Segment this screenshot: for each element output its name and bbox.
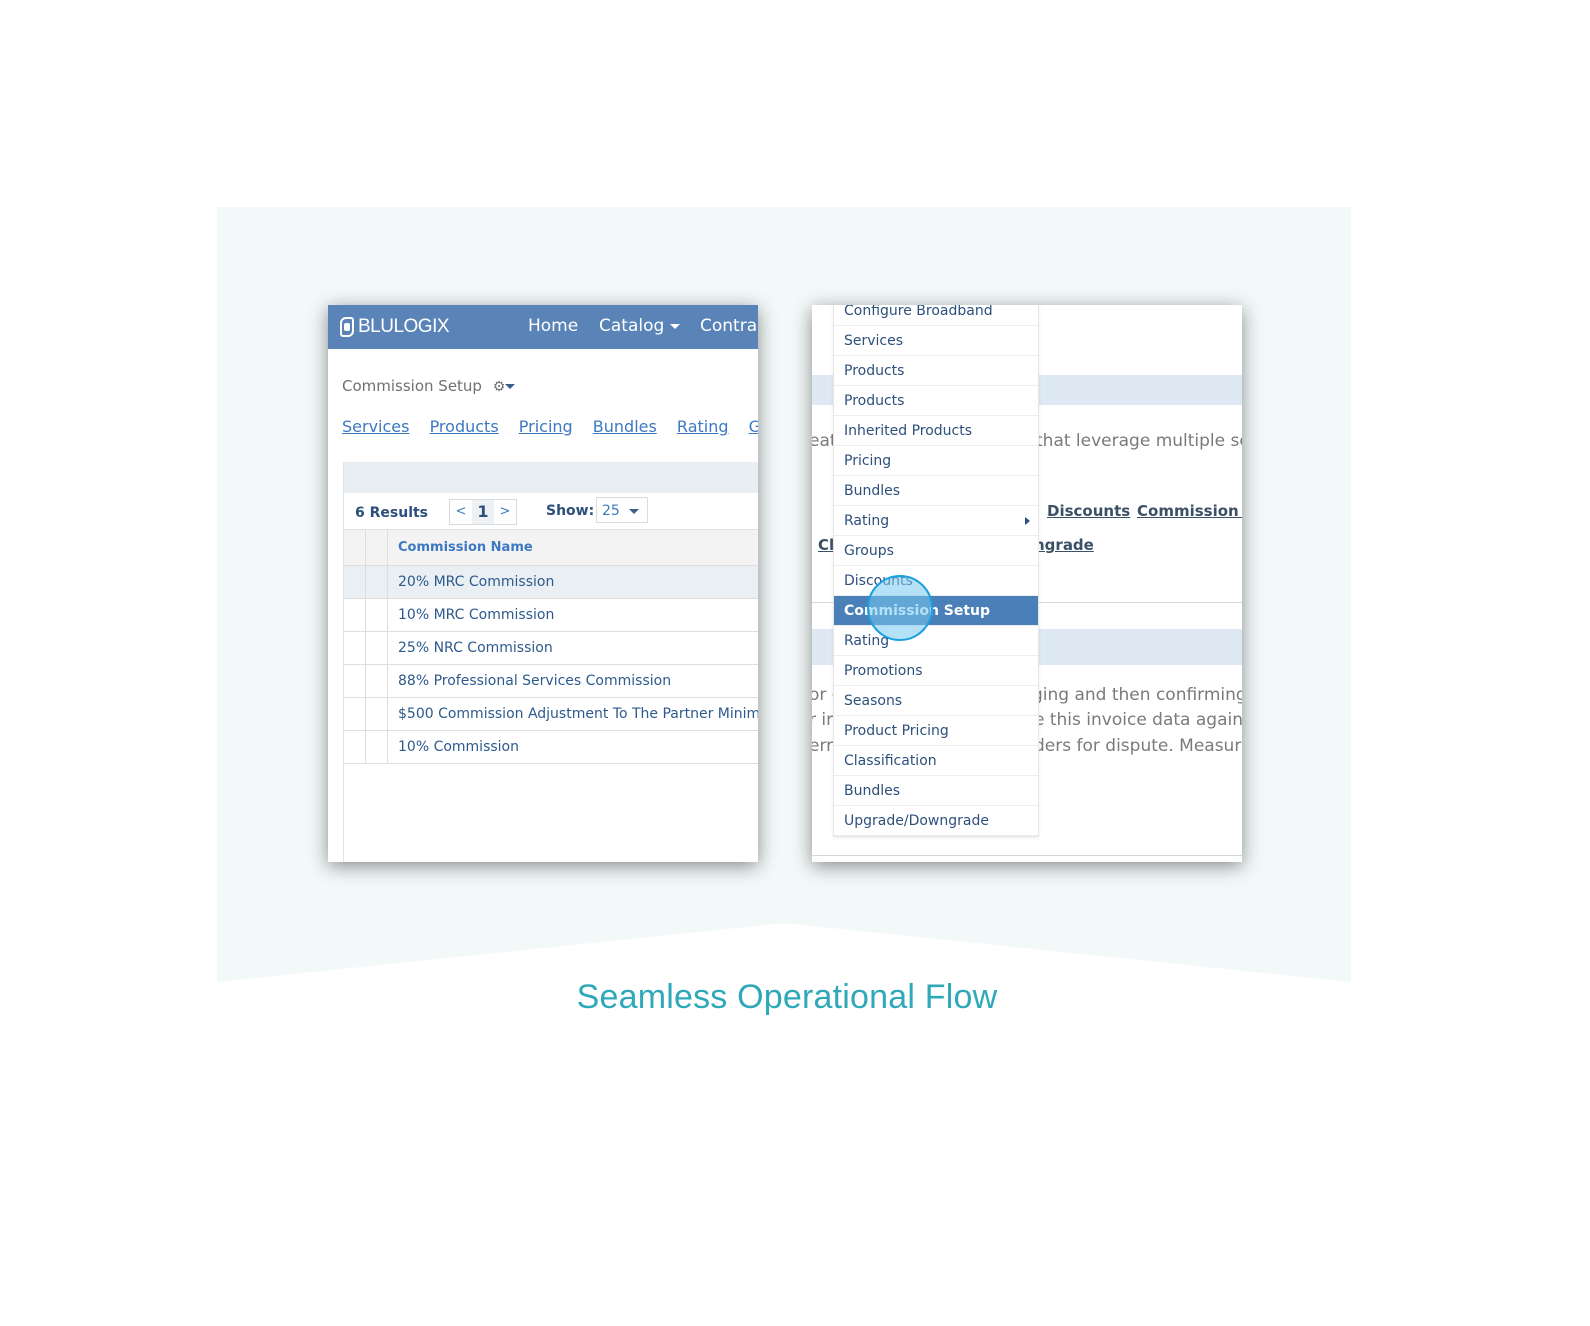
caption-heading: Seamless Operational Flow [576, 978, 998, 1016]
results-count: 6 Results [355, 505, 429, 521]
menu-item-bundles-2[interactable]: Bundles [834, 776, 1038, 806]
menu-item-groups[interactable]: Groups [834, 536, 1038, 566]
commission-name-cell[interactable]: 25% NRC Commission [387, 631, 758, 665]
page-size-value: 25 [602, 503, 620, 519]
subnav-bundles[interactable]: Bundles [593, 417, 657, 436]
logo[interactable]: BLULOGIX [340, 314, 450, 340]
page-title: Commission Setup ⚙ [342, 377, 516, 395]
subnav-pricing[interactable]: Pricing [519, 417, 573, 436]
menu-item-seasons[interactable]: Seasons [834, 686, 1038, 716]
catalog-subnav: Services Products Pricing Bundles Rating… [342, 417, 758, 436]
nav-catalog-label: Catalog [599, 316, 665, 336]
menu-item-upgrade-downgrade[interactable]: Upgrade/Downgrade [834, 806, 1038, 836]
menu-item-configure-broadband[interactable]: Configure Broadband [834, 305, 1038, 326]
prev-page-button[interactable]: < [450, 500, 472, 524]
menu-item-classification[interactable]: Classification [834, 746, 1038, 776]
table-row[interactable]: $500 Commission Adjustment To The Partne… [344, 697, 758, 731]
background-text: ders for dispute. Measurir [1034, 736, 1242, 756]
menu-item-rating[interactable]: Rating [834, 626, 1038, 656]
subnav-rating[interactable]: Rating [677, 417, 729, 436]
menu-item-bundles[interactable]: Bundles [834, 476, 1038, 506]
show-label: Show: [546, 503, 595, 519]
page-title-text: Commission Setup [342, 377, 482, 395]
subnav-products[interactable]: Products [430, 417, 499, 436]
commission-name-cell[interactable]: 88% Professional Services Commission [387, 664, 758, 698]
subnav-services[interactable]: Services [342, 417, 409, 436]
background-link-commission[interactable]: Commission Se [1137, 502, 1242, 520]
divider [812, 855, 1242, 856]
nav-catalog[interactable]: Catalog [599, 316, 681, 336]
chevron-right-icon [1025, 517, 1030, 525]
table-header-row: Commission Name [344, 530, 758, 566]
background-text: r ir [812, 710, 834, 730]
grid-toolbar: 6 Results < 1 > Show: 25 [344, 493, 758, 530]
click-indicator-icon [867, 575, 933, 641]
background-text: err [812, 736, 834, 756]
current-page[interactable]: 1 [472, 500, 494, 524]
commission-name-cell[interactable]: 10% MRC Commission [387, 598, 758, 632]
chevron-down-icon [629, 509, 639, 514]
menu-item-commission-setup[interactable]: Commission Setup [834, 596, 1038, 626]
menu-item-discounts[interactable]: Discounts [834, 566, 1038, 596]
catalog-dropdown-menu: Configure Broadband Services Products Pr… [833, 305, 1039, 837]
subnav-groups[interactable]: Grou [749, 417, 758, 436]
page-size-select[interactable]: 25 [596, 497, 648, 523]
commission-setup-screenshot: BLULOGIX Home Catalog Contra Commission … [328, 305, 758, 862]
table-row[interactable]: 88% Professional Services Commission [344, 664, 758, 698]
menu-item-promotions[interactable]: Promotions [834, 656, 1038, 686]
table-row[interactable]: 25% NRC Commission [344, 631, 758, 665]
blulogix-logo-icon [340, 316, 356, 338]
top-navigation-bar: BLULOGIX Home Catalog Contra [328, 305, 758, 349]
column-commission-name[interactable]: Commission Name [387, 530, 758, 566]
menu-item-rating-submenu[interactable]: Rating [834, 506, 1038, 536]
gear-icon[interactable]: ⚙ [493, 379, 506, 395]
menu-item-products-2[interactable]: Products [834, 386, 1038, 416]
menu-item-products[interactable]: Products [834, 356, 1038, 386]
commission-name-cell[interactable]: $500 Commission Adjustment To The Partne… [387, 697, 758, 731]
table-row[interactable]: 10% Commission [344, 730, 758, 764]
commission-grid: 6 Results < 1 > Show: 25 Commission Name… [343, 462, 758, 862]
table-row[interactable]: 10% MRC Commission [344, 598, 758, 632]
commission-name-cell[interactable]: 10% Commission [387, 730, 758, 764]
table-row[interactable]: 20% MRC Commission [344, 565, 758, 599]
nav-home[interactable]: Home [528, 316, 578, 336]
menu-item-pricing[interactable]: Pricing [834, 446, 1038, 476]
pager: < 1 > [449, 499, 517, 525]
background-text: that leverage multiple se [1036, 431, 1242, 451]
grid-header-band [344, 462, 758, 493]
menu-item-inherited-products[interactable]: Inherited Products [834, 416, 1038, 446]
next-page-button[interactable]: > [494, 500, 516, 524]
commission-table: Commission Name 20% MRC Commission 10% M… [344, 530, 758, 764]
menu-item-services[interactable]: Services [834, 326, 1038, 356]
background-text: ging and then confirming [1032, 685, 1242, 705]
chevron-down-icon[interactable] [505, 384, 516, 389]
background-text: e this invoice data agains [1034, 710, 1242, 730]
catalog-menu-screenshot: eat that leverage multiple se Discounts … [812, 305, 1242, 862]
chevron-down-icon [670, 323, 681, 329]
logo-text: BLULOGIX [358, 316, 450, 337]
nav-contracts[interactable]: Contra [700, 316, 757, 336]
background-link-upgrade[interactable]: ngrade [1034, 536, 1094, 554]
menu-item-product-pricing[interactable]: Product Pricing [834, 716, 1038, 746]
menu-item-label: Rating [844, 513, 890, 529]
background-link[interactable]: Cl [818, 536, 834, 554]
background-link-discounts[interactable]: Discounts [1047, 502, 1130, 520]
commission-name-cell[interactable]: 20% MRC Commission [387, 565, 758, 599]
